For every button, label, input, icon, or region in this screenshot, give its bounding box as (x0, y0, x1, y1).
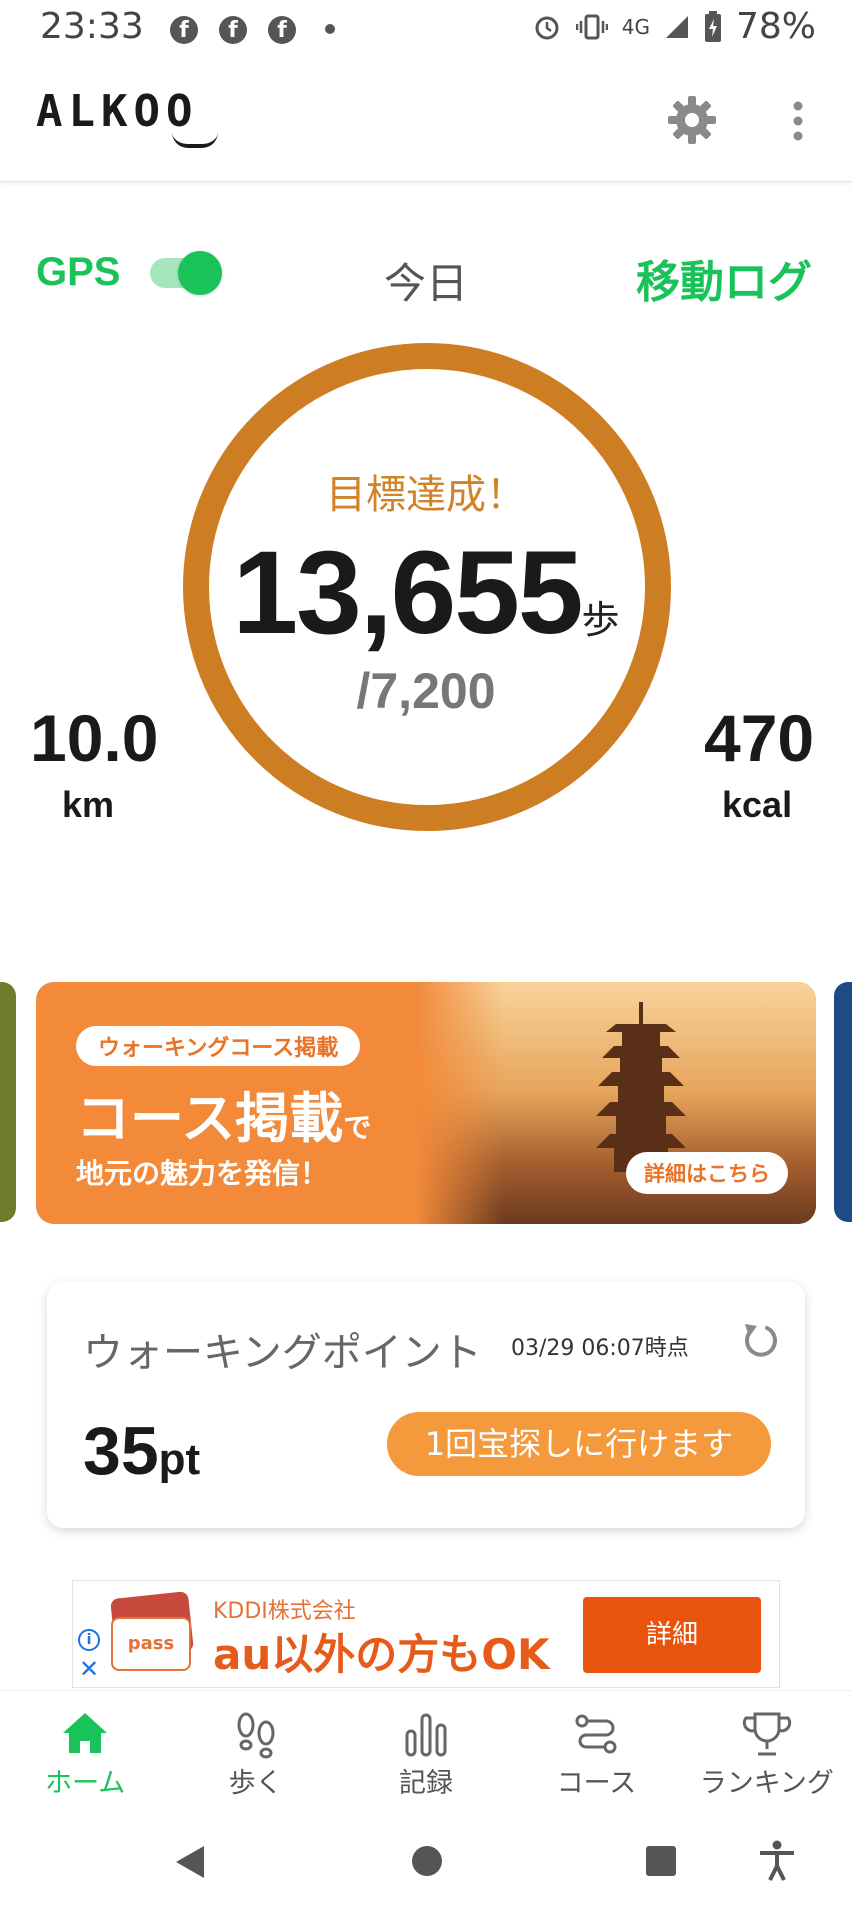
nav-label: ランキング (699, 1768, 834, 1799)
facebook-notification-icon: f (170, 16, 198, 44)
banner-title-suffix: で (343, 1111, 372, 1144)
walking-points-timestamp: 03/29 06:07時点 (511, 1336, 689, 1361)
more-options-icon[interactable] (780, 96, 816, 146)
trophy-icon (742, 1712, 791, 1756)
carousel-prev-slide[interactable] (0, 982, 16, 1222)
course-listing-banner[interactable]: ウォーキングコース掲載 コース掲載で 地元の魅力を発信！ 詳細はこちら (36, 982, 816, 1224)
facebook-notification-icon: f (268, 16, 296, 44)
status-indicators: 4G 78% (532, 6, 816, 47)
ad-close-icon[interactable]: ✕ (79, 1655, 99, 1683)
nav-walk[interactable]: 歩く (170, 1691, 340, 1800)
distance-value: 10.0 (30, 701, 159, 775)
calories-value: 470 (704, 701, 815, 775)
points-unit: pt (158, 1435, 201, 1484)
recent-apps-icon[interactable] (644, 1844, 678, 1878)
battery-level: 78% (735, 6, 816, 47)
banner-title: コース掲載で (76, 1074, 371, 1153)
banner-subtitle: 地元の魅力を発信！ (76, 1157, 329, 1190)
footprints-icon (237, 1712, 275, 1759)
calories-unit: kcal (722, 784, 793, 825)
nav-label: コース (556, 1768, 637, 1799)
nav-label: 記録 (399, 1768, 454, 1799)
home-circle-icon[interactable] (410, 1844, 444, 1878)
banner-tag: ウォーキングコース掲載 (76, 1026, 361, 1066)
banner-detail-button[interactable]: 詳細はこちら (626, 1152, 788, 1194)
more-notifications-icon (325, 24, 335, 34)
distance-unit: km (62, 784, 115, 825)
steps-value: 13,655 (232, 527, 584, 659)
nav-label: 歩く (228, 1768, 283, 1799)
walking-points-title: ウォーキングポイント (83, 1330, 482, 1376)
signal-icon (665, 15, 688, 38)
nav-records[interactable]: 記録 (341, 1691, 511, 1800)
treasure-hunt-button[interactable]: 1回宝探しに行けます (387, 1412, 771, 1476)
ad-headline: au以外の方もOK (213, 1630, 550, 1679)
steps-unit: 歩 (581, 598, 620, 642)
back-icon[interactable] (174, 1844, 208, 1880)
nav-label: ホーム (45, 1768, 126, 1799)
app-logo: ALKOO (36, 86, 199, 137)
status-bar: 23:33 f f f 4G 78% (0, 0, 852, 62)
goal-achieved-label: 目標達成！ (326, 472, 526, 518)
bar-chart-icon (405, 1713, 447, 1757)
facebook-notification-icon: f (219, 16, 247, 44)
walking-points-card: ウォーキングポイント 03/29 06:07時点 35pt 1回宝探しに行けます (47, 1282, 805, 1528)
system-navigation-bar (0, 1800, 852, 1919)
nav-course[interactable]: コース (511, 1691, 681, 1800)
battery-icon (704, 10, 721, 42)
accessibility-icon[interactable] (758, 1840, 796, 1882)
carousel-next-slide[interactable] (834, 982, 852, 1222)
ad-banner[interactable]: i ✕ pass KDDI株式会社 au以外の方もOK 詳細 (72, 1580, 780, 1688)
bottom-navigation: ホーム 歩く 記録 コース ランキング (0, 1690, 852, 1800)
vibrate-icon (575, 14, 608, 39)
pagoda-image (596, 1002, 686, 1172)
walking-points-value: 35pt (83, 1412, 200, 1490)
nav-ranking[interactable]: ランキング (682, 1691, 852, 1800)
ad-info-icon[interactable]: i (78, 1629, 100, 1651)
settings-gear-icon[interactable] (666, 94, 718, 146)
nav-home[interactable]: ホーム (0, 1691, 170, 1800)
network-type: 4G (621, 14, 650, 39)
logo-smile (172, 132, 218, 148)
status-time: 23:33 (40, 6, 144, 47)
steps-count: 13,655歩 (0, 525, 852, 661)
refresh-icon[interactable] (737, 1318, 783, 1364)
movement-log-link[interactable]: 移動ログ (636, 246, 812, 310)
ad-pass-card: pass (111, 1617, 191, 1671)
banner-title-main: コース掲載 (76, 1087, 344, 1150)
alarm-icon (535, 16, 559, 39)
app-bar: ALKOO (0, 62, 852, 182)
home-icon (63, 1713, 108, 1753)
ad-detail-button[interactable]: 詳細 (583, 1597, 761, 1673)
route-icon (575, 1714, 617, 1754)
points-number: 35 (83, 1413, 159, 1489)
